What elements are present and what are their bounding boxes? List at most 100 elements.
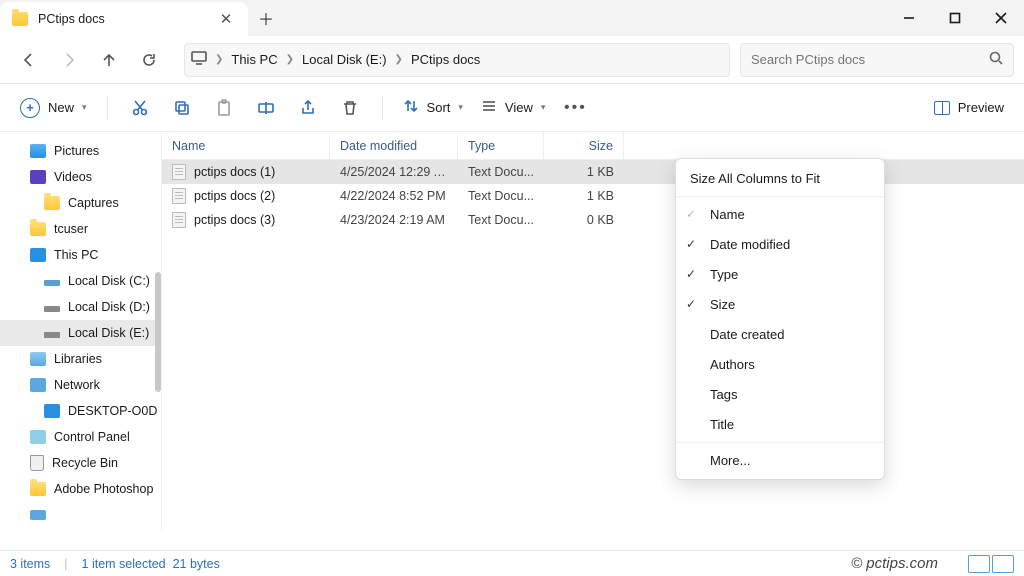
- file-icon: [172, 164, 186, 180]
- titlebar: PCtips docs ✕ ＋: [0, 0, 1024, 36]
- back-button[interactable]: [10, 42, 48, 78]
- close-window-button[interactable]: [978, 0, 1024, 36]
- sidebar-item[interactable]: Local Disk (C:): [0, 268, 161, 294]
- breadcrumb[interactable]: Local Disk (E:): [300, 52, 389, 67]
- ctx-more[interactable]: More...: [676, 442, 884, 475]
- sidebar-item-label: Local Disk (D:): [68, 300, 150, 314]
- delete-button[interactable]: [332, 91, 368, 125]
- details-view-button[interactable]: [968, 555, 990, 573]
- sidebar-item[interactable]: Control Panel: [0, 424, 161, 450]
- monitor-icon: [191, 51, 207, 68]
- ctx-column-toggle[interactable]: ✓Date modified: [676, 229, 884, 259]
- ctx-column-toggle[interactable]: Tags: [676, 379, 884, 409]
- search-input[interactable]: [751, 52, 981, 67]
- table-row[interactable]: pctips docs (3)4/23/2024 2:19 AMText Doc…: [162, 208, 1024, 232]
- check-icon: ✓: [686, 267, 696, 281]
- ctx-column-toggle[interactable]: Title: [676, 409, 884, 439]
- chevron-down-icon: ▾: [541, 102, 546, 113]
- up-button[interactable]: [90, 42, 128, 78]
- preview-button[interactable]: Preview: [928, 91, 1010, 125]
- chevron-right-icon: ❯: [215, 54, 223, 65]
- sidebar-item-label: Control Panel: [54, 430, 130, 444]
- refresh-button[interactable]: [130, 42, 168, 78]
- ctx-column-toggle[interactable]: ✓Size: [676, 289, 884, 319]
- minimize-button[interactable]: [886, 0, 932, 36]
- column-header-date[interactable]: Date modified: [330, 132, 458, 159]
- sidebar-item[interactable]: tcuser: [0, 216, 161, 242]
- search-box[interactable]: [740, 43, 1014, 77]
- new-button[interactable]: + New ▾: [14, 91, 93, 125]
- plus-icon: +: [20, 98, 40, 118]
- scrollbar[interactable]: [155, 272, 161, 392]
- sidebar-item[interactable]: [0, 502, 161, 528]
- breadcrumb[interactable]: PCtips docs: [409, 52, 482, 67]
- table-row[interactable]: pctips docs (2)4/22/2024 8:52 PMText Doc…: [162, 184, 1024, 208]
- forward-button[interactable]: [50, 42, 88, 78]
- more-button[interactable]: •••: [557, 91, 593, 125]
- sidebar-item[interactable]: Adobe Photoshop: [0, 476, 161, 502]
- sidebar-item-label: This PC: [54, 248, 98, 262]
- sidebar-item[interactable]: Videos: [0, 164, 161, 190]
- sidebar-item[interactable]: Local Disk (E:): [0, 320, 161, 346]
- sidebar-item-label: Adobe Photoshop: [54, 482, 153, 496]
- folder-icon: [12, 12, 28, 26]
- close-tab-button[interactable]: ✕: [212, 10, 240, 28]
- sidebar-item-label: tcuser: [54, 222, 88, 236]
- sidebar-item[interactable]: Libraries: [0, 346, 161, 372]
- maximize-button[interactable]: [932, 0, 978, 36]
- check-icon: ✓: [686, 207, 696, 221]
- sidebar-item[interactable]: Network: [0, 372, 161, 398]
- sort-button[interactable]: Sort ▾: [397, 91, 469, 125]
- ctx-size-all-columns[interactable]: Size All Columns to Fit: [676, 163, 884, 193]
- file-icon: [172, 188, 186, 204]
- file-icon: [172, 212, 186, 228]
- chevron-down-icon: ▾: [82, 102, 87, 113]
- sidebar-item-icon: [44, 332, 60, 338]
- chevron-right-icon: ❯: [286, 54, 294, 65]
- sidebar-item-label: DESKTOP-O0D: [68, 404, 157, 418]
- sidebar-item-icon: [44, 196, 60, 210]
- toolbar: + New ▾ Sort ▾ View ▾ ••• Preview: [0, 84, 1024, 132]
- sidebar-item[interactable]: Pictures: [0, 138, 161, 164]
- column-header-name[interactable]: Name: [162, 132, 330, 159]
- sidebar-item[interactable]: Local Disk (D:): [0, 294, 161, 320]
- cut-button[interactable]: [122, 91, 158, 125]
- thumbnails-view-button[interactable]: [992, 555, 1014, 573]
- address-bar[interactable]: ❯ This PC ❯ Local Disk (E:) ❯ PCtips doc…: [184, 43, 730, 77]
- navbar: ❯ This PC ❯ Local Disk (E:) ❯ PCtips doc…: [0, 36, 1024, 84]
- column-header-size[interactable]: Size: [544, 132, 624, 159]
- sidebar-item[interactable]: Captures: [0, 190, 161, 216]
- sidebar-item[interactable]: DESKTOP-O0D: [0, 398, 161, 424]
- sort-icon: [403, 98, 419, 117]
- window-tab[interactable]: PCtips docs ✕: [0, 2, 248, 36]
- share-button[interactable]: [290, 91, 326, 125]
- ctx-column-toggle[interactable]: Authors: [676, 349, 884, 379]
- sidebar-item[interactable]: This PC: [0, 242, 161, 268]
- status-item-count: 3 items: [10, 557, 50, 571]
- view-icon: [481, 98, 497, 117]
- table-row[interactable]: pctips docs (1)4/25/2024 12:29 AMText Do…: [162, 160, 1024, 184]
- breadcrumb[interactable]: This PC: [229, 52, 279, 67]
- view-button[interactable]: View ▾: [475, 91, 551, 125]
- column-header-type[interactable]: Type: [458, 132, 544, 159]
- sidebar-item[interactable]: Recycle Bin: [0, 450, 161, 476]
- chevron-down-icon: ▾: [458, 102, 463, 113]
- status-selected: 1 item selected 21 bytes: [82, 557, 220, 571]
- new-tab-button[interactable]: ＋: [248, 0, 284, 36]
- sidebar-item-icon: [44, 306, 60, 312]
- tab-title: PCtips docs: [38, 12, 212, 26]
- sidebar-item-label: Local Disk (C:): [68, 274, 150, 288]
- sidebar-item-icon: [30, 430, 46, 444]
- paste-button[interactable]: [206, 91, 242, 125]
- ctx-column-toggle[interactable]: ✓Type: [676, 259, 884, 289]
- file-pane: Name Date modified Type Size pctips docs…: [162, 132, 1024, 530]
- sidebar-item-icon: [30, 248, 46, 262]
- sidebar-item-label: Captures: [68, 196, 119, 210]
- copy-button[interactable]: [164, 91, 200, 125]
- sidebar-item-icon: [30, 170, 46, 184]
- ctx-column-toggle[interactable]: ✓Name: [676, 196, 884, 229]
- rename-button[interactable]: [248, 91, 284, 125]
- sidebar-item-label: Recycle Bin: [52, 456, 118, 470]
- column-context-menu: Size All Columns to Fit ✓Name✓Date modif…: [675, 158, 885, 480]
- ctx-column-toggle[interactable]: Date created: [676, 319, 884, 349]
